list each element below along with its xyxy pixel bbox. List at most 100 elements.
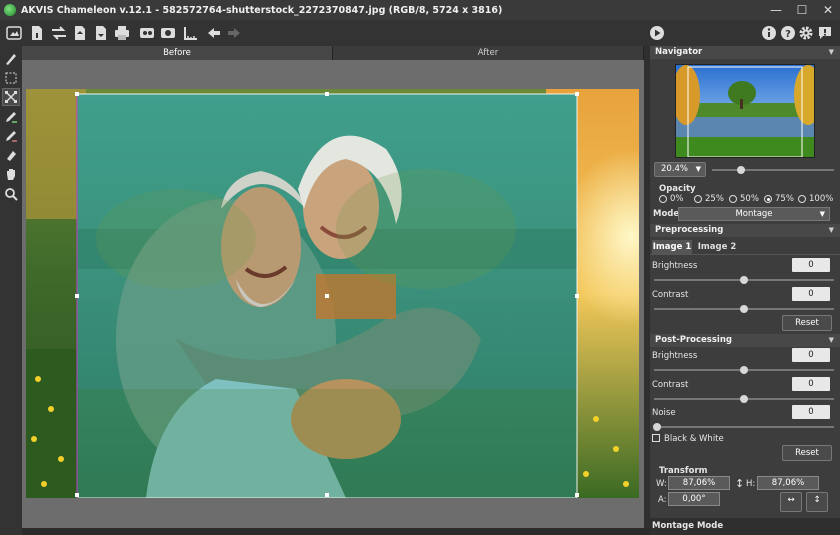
swap-images-icon[interactable]: [50, 24, 68, 42]
mode-select[interactable]: Montage ▼: [678, 207, 830, 221]
pre-brightness-label: Brightness: [652, 261, 698, 271]
postprocessing-title: Post-Processing: [655, 335, 732, 345]
tab-after[interactable]: After: [333, 46, 644, 60]
eraser-icon[interactable]: [2, 127, 20, 145]
pre-contrast-input[interactable]: 0: [792, 287, 830, 301]
pre-contrast-knob[interactable]: [740, 305, 748, 313]
tab-image-2[interactable]: Image 2: [694, 240, 740, 254]
zoom-value: 20.4%: [661, 164, 689, 174]
black-white-checkbox[interactable]: [652, 434, 660, 442]
opacity-radio-25[interactable]: [694, 195, 702, 203]
pre-contrast-label: Contrast: [652, 290, 689, 300]
image-canvas[interactable]: [22, 60, 644, 528]
flip-horizontal-icon[interactable]: ↔: [780, 492, 802, 512]
svg-text:?: ?: [785, 29, 791, 40]
app-logo-icon: [4, 4, 16, 16]
chevron-down-icon: ▼: [819, 210, 825, 218]
mask-pencil-icon[interactable]: [2, 108, 20, 126]
save-as-icon[interactable]: [28, 24, 46, 42]
open-image-icon[interactable]: [5, 24, 23, 42]
post-reset-button[interactable]: Reset: [782, 445, 832, 461]
opacity-radio-50[interactable]: [729, 195, 737, 203]
opacity-option-0: 0%: [670, 194, 684, 204]
zoom-slider[interactable]: [712, 166, 834, 174]
window-title: AKVIS Chameleon v.12.1 - 582572764-shutt…: [21, 4, 503, 16]
navigator-preview[interactable]: [675, 64, 815, 158]
transform-a-label: A:: [658, 495, 667, 505]
post-contrast-slider[interactable]: [654, 395, 834, 403]
opacity-radio-100[interactable]: [798, 195, 806, 203]
opacity-label: Opacity: [659, 184, 696, 194]
chameleon-mode-icon[interactable]: [2, 88, 20, 106]
post-brightness-knob[interactable]: [740, 366, 748, 374]
post-contrast-input[interactable]: 0: [792, 377, 830, 391]
chevron-down-icon: ▼: [828, 226, 834, 234]
share-icon[interactable]: [138, 24, 156, 42]
transform-width-input[interactable]: 87,06%: [668, 476, 730, 490]
download-icon[interactable]: [92, 24, 110, 42]
montage-mode-title: Montage Mode: [652, 521, 724, 531]
transform-h-label: H:: [746, 479, 756, 489]
zoom-dropdown[interactable]: 20.4% ▼: [654, 162, 706, 177]
maximize-button[interactable]: ☐: [788, 0, 816, 20]
chevron-down-icon: ▼: [828, 48, 834, 56]
opacity-radio-0[interactable]: [659, 195, 667, 203]
main-toolbar: ?: [0, 20, 840, 46]
eraser2-icon[interactable]: [2, 146, 20, 164]
chevron-down-icon: ▼: [828, 336, 834, 344]
close-button[interactable]: ✕: [814, 0, 840, 20]
preprocessing-title: Preprocessing: [655, 225, 724, 235]
settings-icon[interactable]: [797, 24, 815, 42]
preprocessing-header[interactable]: Preprocessing ▼: [650, 224, 840, 237]
post-contrast-label: Contrast: [652, 380, 689, 390]
link-proportions-icon[interactable]: ↕: [735, 477, 744, 490]
pre-contrast-slider[interactable]: [654, 305, 834, 313]
post-noise-slider[interactable]: [653, 423, 834, 431]
redo-icon[interactable]: [225, 24, 243, 42]
info-icon[interactable]: [760, 24, 778, 42]
transform-label: Transform: [659, 466, 708, 476]
transform-angle-input[interactable]: 0,00°: [668, 492, 720, 506]
opacity-option-100: 100%: [809, 194, 834, 204]
hand-brush-icon[interactable]: [2, 50, 20, 68]
postprocessing-header[interactable]: Post-Processing ▼: [650, 334, 840, 347]
transform-height-input[interactable]: 87,06%: [757, 476, 819, 490]
post-brightness-slider[interactable]: [654, 366, 834, 374]
title-bar: AKVIS Chameleon v.12.1 - 582572764-shutt…: [0, 0, 840, 20]
post-noise-label: Noise: [652, 408, 676, 418]
post-noise-input[interactable]: 0: [792, 405, 830, 419]
zoom-slider-knob[interactable]: [737, 166, 745, 174]
black-white-label: Black & White: [664, 434, 724, 444]
run-icon[interactable]: [648, 24, 666, 42]
pre-brightness-slider[interactable]: [654, 276, 834, 284]
opacity-option-50: 50%: [740, 194, 759, 204]
divider: [650, 254, 840, 255]
upload-icon[interactable]: [71, 24, 89, 42]
flip-vertical-icon[interactable]: ↕: [806, 492, 828, 512]
batch-icon[interactable]: [159, 24, 177, 42]
hand-tool-icon[interactable]: [2, 165, 20, 183]
ruler-icon[interactable]: [182, 24, 200, 42]
pre-reset-button[interactable]: Reset: [782, 315, 832, 331]
background-photo: [26, 89, 639, 498]
selection-icon[interactable]: [2, 69, 20, 87]
navigator-header[interactable]: Navigator ▼: [650, 46, 840, 59]
notifications-icon[interactable]: [816, 24, 834, 42]
post-contrast-knob[interactable]: [740, 395, 748, 403]
zoom-tool-icon[interactable]: [2, 185, 20, 203]
undo-icon[interactable]: [205, 24, 223, 42]
pre-brightness-knob[interactable]: [740, 276, 748, 284]
minimize-button[interactable]: —: [762, 0, 790, 20]
pre-brightness-input[interactable]: 0: [792, 258, 830, 272]
post-brightness-label: Brightness: [652, 351, 698, 361]
opacity-radio-75[interactable]: [764, 195, 772, 203]
print-icon[interactable]: [113, 24, 131, 42]
opacity-option-25: 25%: [705, 194, 724, 204]
mode-value: Montage: [735, 209, 773, 219]
help-icon[interactable]: ?: [779, 24, 797, 42]
tab-image-1[interactable]: Image 1: [652, 240, 692, 254]
tab-before[interactable]: Before: [22, 46, 333, 60]
montage-mode-section[interactable]: Montage Mode: [650, 518, 840, 535]
post-noise-knob[interactable]: [653, 423, 661, 431]
post-brightness-input[interactable]: 0: [792, 348, 830, 362]
